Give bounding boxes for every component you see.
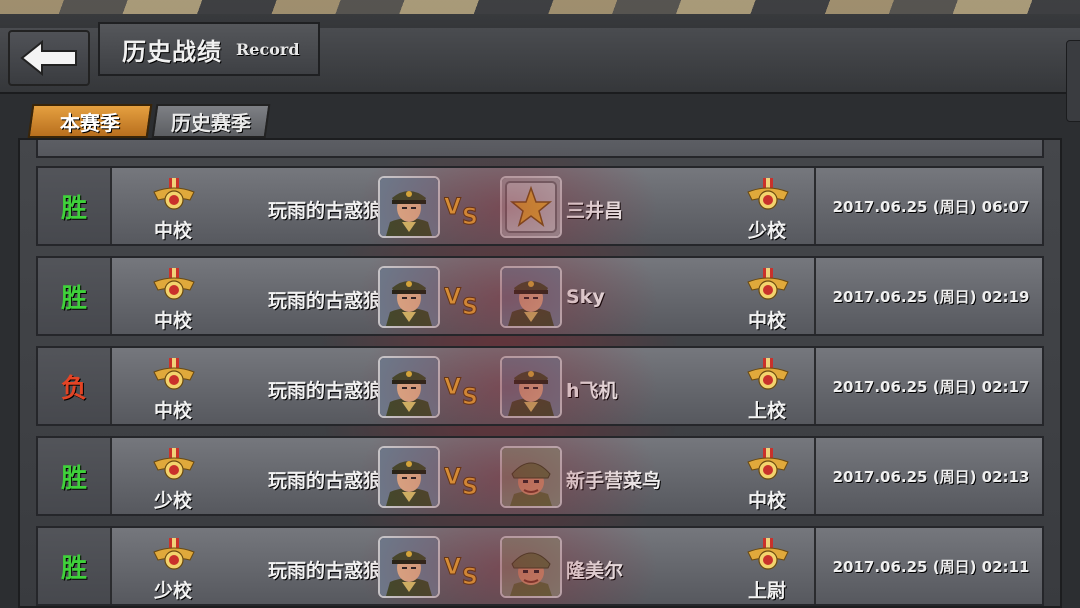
my-rank-medal-icon — [153, 538, 195, 570]
svg-text:S: S — [462, 565, 478, 588]
svg-text:V: V — [444, 195, 461, 220]
opponent-avatar[interactable] — [500, 446, 562, 508]
record-row[interactable]: 胜 少校 玩雨的古惑狼 V S 新手营菜鸟 中校 2017.06.25 (周日)… — [36, 436, 1044, 516]
opponent-name: Sky — [566, 286, 605, 308]
hazard-stripes — [0, 0, 1080, 14]
my-avatar[interactable] — [378, 266, 440, 328]
match-datetime: 2017.06.25 (周日) 02:11 — [832, 557, 1030, 576]
match-datetime: 2017.06.25 (周日) 02:17 — [832, 377, 1030, 396]
general-avatar-icon — [380, 358, 438, 416]
my-rank-medal-icon — [153, 178, 195, 210]
svg-text:S: S — [462, 295, 478, 318]
record-row-partial — [36, 140, 1044, 158]
side-handle — [1066, 40, 1080, 122]
match-datetime: 2017.06.25 (周日) 06:07 — [832, 197, 1030, 216]
my-rank: 中校 — [153, 400, 192, 422]
opponent-rank-medal-icon — [747, 358, 789, 390]
record-row[interactable]: 胜 中校 玩雨的古惑狼 V S 三井昌 少校 2017.06.25 (周日) 0… — [36, 166, 1044, 246]
back-button[interactable] — [8, 30, 90, 86]
result-label: 胜 — [38, 438, 112, 514]
my-rank: 中校 — [153, 220, 192, 242]
record-row[interactable]: 负 中校 玩雨的古惑狼 V S h飞机 上校 2017.06.25 (周日) 0… — [36, 346, 1044, 426]
soldier-avatar-icon — [502, 448, 560, 506]
my-name: 玩雨的古惑狼 — [267, 380, 382, 402]
svg-text:S: S — [462, 205, 478, 228]
general-avatar-icon — [380, 448, 438, 506]
result-label: 胜 — [38, 528, 112, 604]
my-rank: 中校 — [153, 310, 192, 332]
title-panel: 历史战绩 Record — [98, 22, 320, 76]
opponent-rank: 上尉 — [747, 580, 786, 602]
match-datetime: 2017.06.25 (周日) 02:19 — [832, 287, 1030, 306]
my-name: 玩雨的古惑狼 — [267, 560, 382, 582]
vs-icon: V S — [444, 465, 478, 499]
opponent-rank: 少校 — [747, 220, 786, 242]
general-avatar-icon — [502, 268, 560, 326]
my-rank: 少校 — [153, 580, 192, 602]
opponent-name: 三井昌 — [566, 200, 624, 222]
vs-icon: V S — [444, 285, 478, 319]
page-subtitle: Record — [236, 39, 300, 59]
result-label: 胜 — [38, 168, 112, 244]
svg-text:V: V — [444, 555, 461, 580]
match-datetime: 2017.06.25 (周日) 02:13 — [832, 467, 1030, 486]
page-title: 历史战绩 — [122, 37, 222, 66]
my-rank-medal-icon — [153, 268, 195, 300]
opponent-rank: 上校 — [747, 400, 786, 422]
opponent-avatar[interactable] — [500, 176, 562, 238]
result-label: 负 — [38, 348, 112, 424]
back-arrow-icon — [20, 40, 77, 76]
opponent-name: h飞机 — [566, 380, 618, 402]
my-rank-medal-icon — [153, 358, 195, 390]
svg-text:V: V — [444, 285, 461, 310]
opponent-rank-medal-icon — [747, 178, 789, 210]
my-avatar[interactable] — [378, 176, 440, 238]
tab-current-season[interactable]: 本赛季 — [27, 104, 153, 138]
my-rank-medal-icon — [153, 448, 195, 480]
my-avatar[interactable] — [378, 536, 440, 598]
opponent-avatar[interactable] — [500, 266, 562, 328]
svg-text:V: V — [444, 465, 461, 490]
my-rank: 少校 — [153, 490, 192, 512]
soldier-avatar-icon — [502, 538, 560, 596]
tab-history-season[interactable]: 历史赛季 — [151, 104, 271, 138]
my-name: 玩雨的古惑狼 — [267, 290, 382, 312]
opponent-rank: 中校 — [747, 310, 786, 332]
general-avatar-icon — [380, 268, 438, 326]
record-row[interactable]: 胜 中校 玩雨的古惑狼 V S Sky 中校 2017.06.25 (周日) 0… — [36, 256, 1044, 336]
record-row[interactable]: 胜 少校 玩雨的古惑狼 V S 隆美尔 上尉 2017.06.25 (周日) 0… — [36, 526, 1044, 606]
my-avatar[interactable] — [378, 356, 440, 418]
my-name: 玩雨的古惑狼 — [267, 200, 382, 222]
vs-icon: V S — [444, 375, 478, 409]
svg-text:S: S — [462, 385, 478, 408]
result-label: 胜 — [38, 258, 112, 334]
general-avatar-icon — [502, 358, 560, 416]
vs-icon: V S — [444, 195, 478, 229]
record-list[interactable]: 胜 中校 玩雨的古惑狼 V S 三井昌 少校 2017.06.25 (周日) 0… — [18, 138, 1062, 608]
my-avatar[interactable] — [378, 446, 440, 508]
svg-text:S: S — [462, 475, 478, 498]
svg-text:V: V — [444, 375, 461, 400]
opponent-name: 新手营菜鸟 — [566, 470, 662, 492]
general-avatar-icon — [380, 178, 438, 236]
my-name: 玩雨的古惑狼 — [267, 470, 382, 492]
vs-icon: V S — [444, 555, 478, 589]
tab-current-season-label: 本赛季 — [60, 110, 120, 135]
opponent-rank-medal-icon — [747, 538, 789, 570]
opponent-rank: 中校 — [747, 490, 786, 512]
opponent-name: 隆美尔 — [566, 560, 624, 582]
general-avatar-icon — [380, 538, 438, 596]
opponent-avatar[interactable] — [500, 536, 562, 598]
star-badge-avatar-icon — [502, 178, 560, 236]
opponent-avatar[interactable] — [500, 356, 562, 418]
opponent-rank-medal-icon — [747, 448, 789, 480]
opponent-rank-medal-icon — [747, 268, 789, 300]
tab-history-season-label: 历史赛季 — [171, 110, 251, 135]
